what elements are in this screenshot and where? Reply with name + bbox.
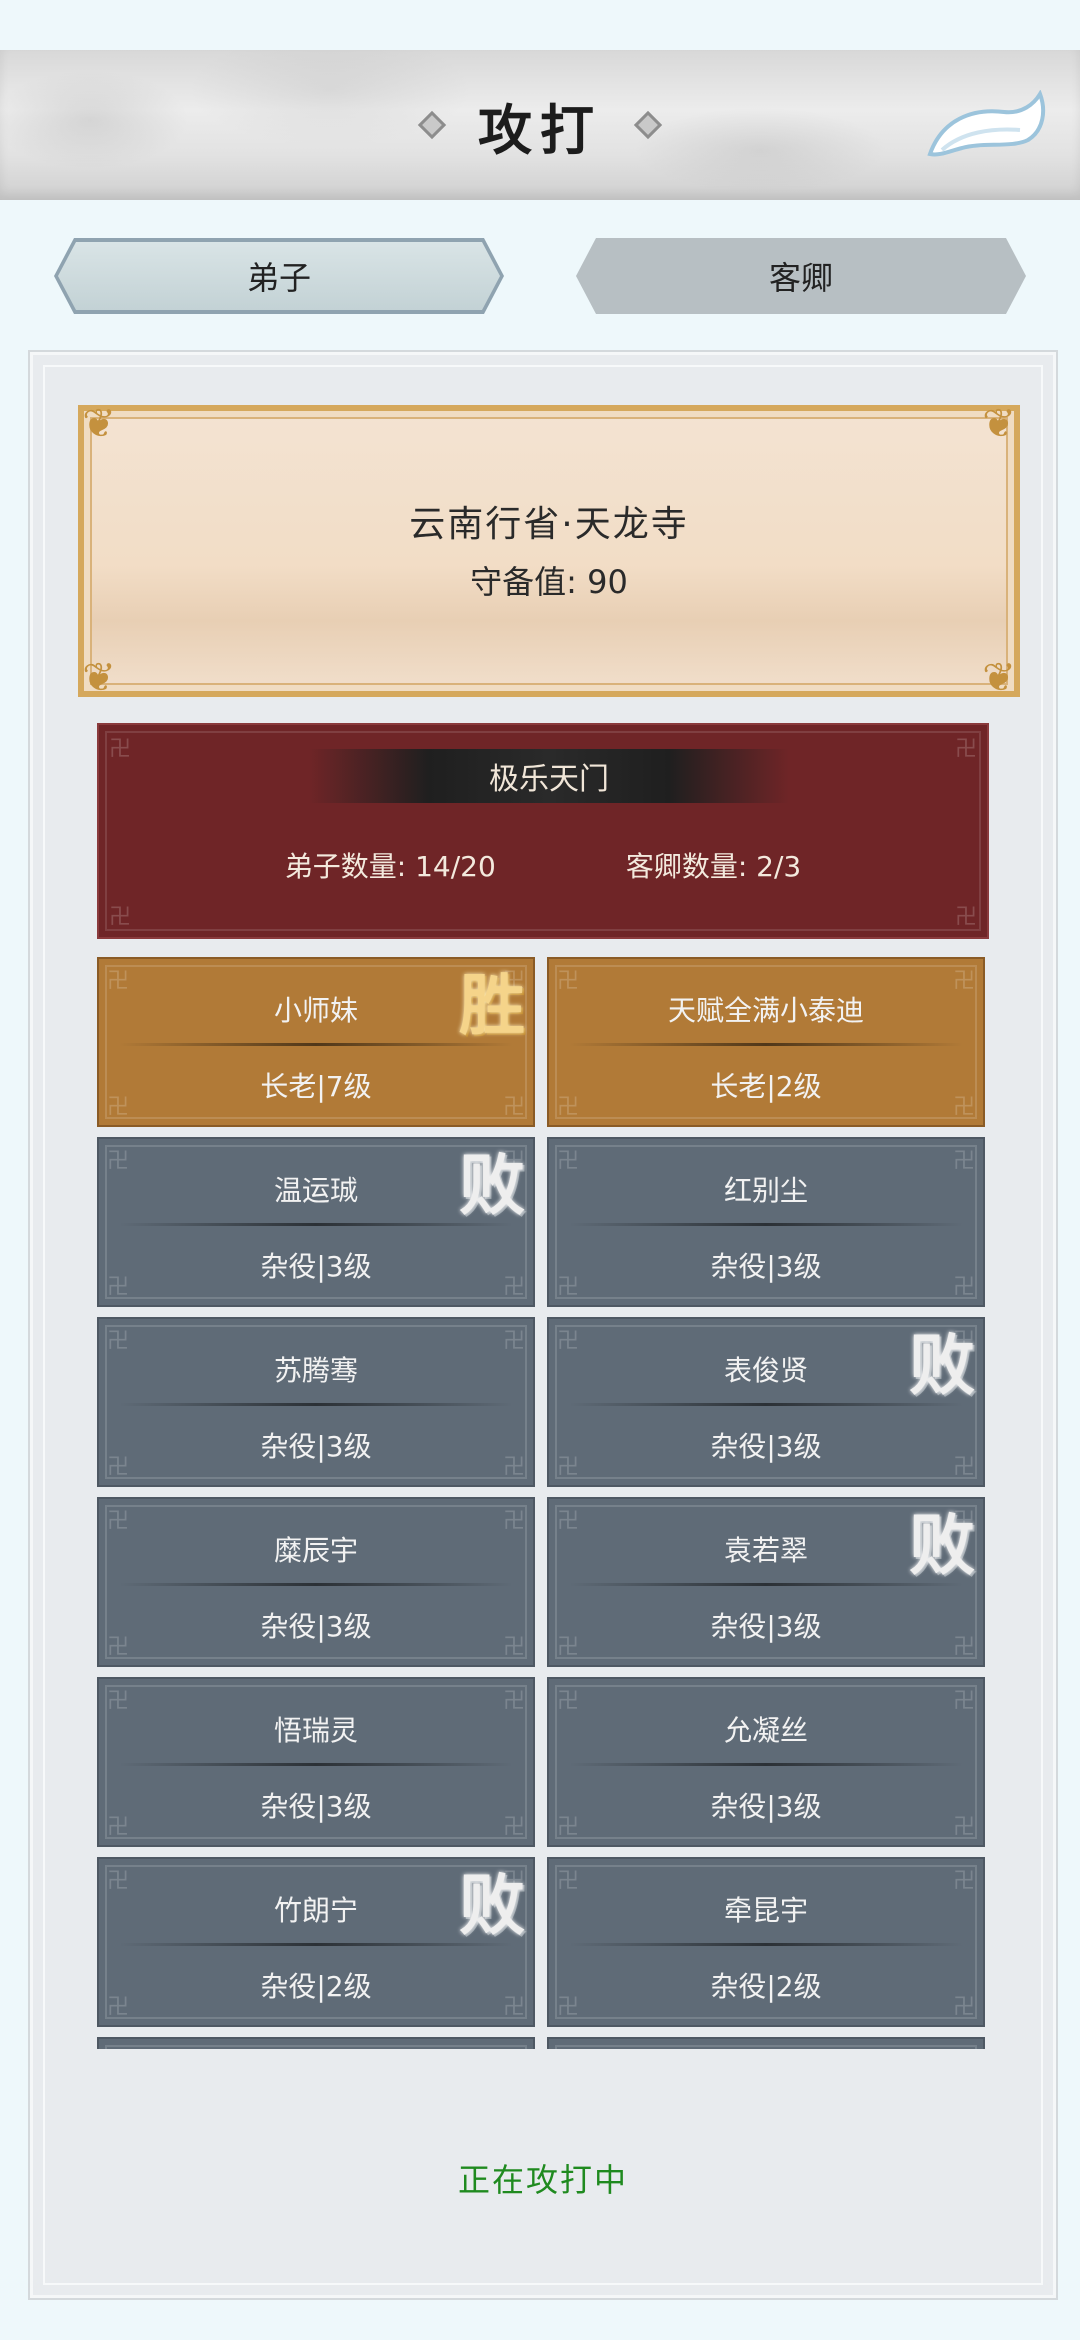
divider bbox=[119, 1583, 513, 1586]
attack-status: 正在攻打中 bbox=[457, 2161, 628, 2199]
defeat-badge: 败 bbox=[459, 1866, 525, 1944]
divider bbox=[569, 1583, 963, 1586]
divider bbox=[119, 1223, 513, 1226]
member-card[interactable]: 卍卍卍卍糜辰宇 杂役|3级 bbox=[97, 1497, 535, 1667]
member-card[interactable]: 卍卍卍卍小师妹 长老|7级胜 bbox=[97, 957, 535, 1127]
disciple-count: 弟子数量: 14/20 bbox=[284, 850, 496, 883]
divider bbox=[569, 1763, 963, 1766]
header-banner: 攻打 bbox=[0, 50, 1080, 200]
sect-banner: 卍 卍 卍 卍 极乐天门 弟子数量: 14/20 客卿数量: 2/3 bbox=[97, 723, 989, 939]
diamond-ornament-right bbox=[633, 110, 663, 140]
member-rank: 长老|2级 bbox=[710, 1070, 822, 1103]
member-name: 红别尘 bbox=[723, 1174, 808, 1207]
member-card[interactable]: 卍卍卍卍苏腾骞 杂役|3级 bbox=[97, 1317, 535, 1487]
member-rank: 杂役|3级 bbox=[260, 1610, 372, 1643]
corner-ornament-icon: ❦ bbox=[82, 655, 116, 701]
divider bbox=[569, 1403, 963, 1406]
member-name: 悟瑞灵 bbox=[273, 1714, 358, 1747]
defeat-badge: 败 bbox=[909, 1326, 975, 1404]
member-name: 苏腾骞 bbox=[273, 1354, 358, 1387]
member-card[interactable]: 卍卍卍卍 bbox=[547, 2037, 985, 2049]
member-rank: 杂役|3级 bbox=[710, 1790, 822, 1823]
knot-ornament-icon: 卍 bbox=[109, 905, 132, 930]
defense-value: 守备值: 90 bbox=[470, 563, 628, 601]
knot-ornament-icon: 卍 bbox=[954, 905, 977, 930]
tab-disciples-label: 弟子 bbox=[246, 259, 311, 297]
location-name: 云南行省·天龙寺 bbox=[409, 504, 689, 545]
location-card: ❦ ❦ ❦ ❦ 云南行省·天龙寺 守备值: 90 bbox=[78, 401, 1020, 701]
guest-count: 客卿数量: 2/3 bbox=[625, 850, 802, 883]
defeat-badge: 败 bbox=[909, 1506, 975, 1584]
divider bbox=[569, 1223, 963, 1226]
victory-badge: 胜 bbox=[459, 966, 525, 1044]
divider bbox=[119, 1943, 513, 1946]
knot-ornament-icon: 卍 bbox=[557, 2043, 579, 2049]
member-card[interactable]: 卍卍卍卍 bbox=[97, 2037, 535, 2049]
knot-ornament-icon: 卍 bbox=[107, 2043, 129, 2049]
member-rank: 杂役|2级 bbox=[710, 1970, 822, 2003]
member-name: 天赋全满小泰迪 bbox=[667, 994, 864, 1027]
member-card[interactable]: 卍卍卍卍温运珹 杂役|3级败 bbox=[97, 1137, 535, 1307]
member-grid[interactable]: 卍卍卍卍小师妹 长老|7级胜卍卍卍卍天赋全满小泰迪 长老|2级卍卍卍卍温运珹 杂役|3… bbox=[97, 957, 985, 2049]
member-card[interactable]: 卍卍卍卍牵昆宇 杂役|2级 bbox=[547, 1857, 985, 2027]
tab-disciples[interactable]: 弟子 bbox=[54, 238, 504, 314]
divider bbox=[119, 1763, 513, 1766]
divider bbox=[119, 1403, 513, 1406]
member-card[interactable]: 卍卍卍卍允凝丝 杂役|3级 bbox=[547, 1677, 985, 1847]
sect-name: 极乐天门 bbox=[309, 749, 789, 803]
member-rank: 杂役|3级 bbox=[260, 1250, 372, 1283]
tab-guests-label: 客卿 bbox=[768, 259, 833, 297]
member-card[interactable]: 卍卍卍卍红别尘 杂役|3级 bbox=[547, 1137, 985, 1307]
member-card[interactable]: 卍卍卍卍表俊贤 杂役|3级败 bbox=[547, 1317, 985, 1487]
knot-ornament-icon: 卍 bbox=[503, 2043, 525, 2049]
corner-ornament-icon: ❦ bbox=[82, 401, 116, 447]
member-name: 糜辰宇 bbox=[273, 1534, 358, 1567]
divider bbox=[119, 1043, 513, 1046]
member-name: 允凝丝 bbox=[723, 1714, 808, 1747]
member-rank: 杂役|3级 bbox=[710, 1250, 822, 1283]
divider bbox=[569, 1943, 963, 1946]
member-rank: 长老|7级 bbox=[260, 1070, 372, 1103]
member-card[interactable]: 卍卍卍卍悟瑞灵 杂役|3级 bbox=[97, 1677, 535, 1847]
member-rank: 杂役|3级 bbox=[710, 1610, 822, 1643]
member-card[interactable]: 卍卍卍卍袁若翠 杂役|3级败 bbox=[547, 1497, 985, 1667]
corner-ornament-icon: ❦ bbox=[982, 401, 1016, 447]
page-title: 攻打 bbox=[478, 97, 602, 162]
member-card[interactable]: 卍卍卍卍竹朗宁 杂役|2级败 bbox=[97, 1857, 535, 2027]
attack-panel: ❦ ❦ ❦ ❦ 云南行省·天龙寺 守备值: 90 卍 卍 卍 卍 极乐天门 弟子… bbox=[30, 352, 1056, 2298]
knot-ornament-icon: 卍 bbox=[953, 2043, 975, 2049]
divider bbox=[569, 1043, 963, 1046]
defeat-badge: 败 bbox=[459, 1146, 525, 1224]
knot-ornament-icon: 卍 bbox=[954, 737, 977, 762]
knot-ornament-icon: 卍 bbox=[109, 737, 132, 762]
back-arrow-icon[interactable] bbox=[922, 90, 1052, 160]
member-name: 牵昆宇 bbox=[723, 1894, 808, 1927]
tab-guests[interactable]: 客卿 bbox=[576, 238, 1026, 314]
corner-ornament-icon: ❦ bbox=[982, 655, 1016, 701]
member-rank: 杂役|3级 bbox=[260, 1430, 372, 1463]
member-rank: 杂役|2级 bbox=[260, 1970, 372, 2003]
diamond-ornament-left bbox=[417, 110, 447, 140]
member-card[interactable]: 卍卍卍卍天赋全满小泰迪 长老|2级 bbox=[547, 957, 985, 1127]
member-rank: 杂役|3级 bbox=[710, 1430, 822, 1463]
member-rank: 杂役|3级 bbox=[260, 1790, 372, 1823]
